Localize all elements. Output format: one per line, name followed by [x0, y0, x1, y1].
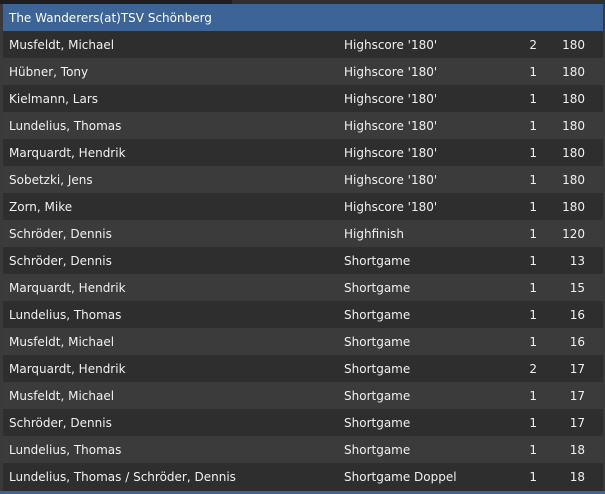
- category: Shortgame: [344, 280, 411, 295]
- category: Shortgame Doppel: [344, 469, 457, 484]
- count: 1: [529, 226, 537, 241]
- category: Shortgame: [344, 253, 411, 268]
- table-row: Schröder, Dennis Shortgame 1 13: [3, 247, 603, 274]
- score: 120: [562, 226, 585, 241]
- player-name: Marquardt, Hendrik: [9, 361, 126, 376]
- table-row: Musfeldt, Michael Highscore '180' 2 180: [3, 31, 603, 58]
- player-name: Kielmann, Lars: [9, 91, 99, 106]
- category: Highscore '180': [344, 199, 438, 214]
- table-row: Schröder, Dennis Shortgame 1 17: [3, 409, 603, 436]
- count: 1: [529, 145, 537, 160]
- player-name: Lundelius, Thomas: [9, 118, 122, 133]
- score: 180: [562, 37, 585, 52]
- count: 1: [529, 388, 537, 403]
- table-row: Musfeldt, Michael Shortgame 1 17: [3, 382, 603, 409]
- player-name: Marquardt, Hendrik: [9, 280, 126, 295]
- count: 1: [529, 118, 537, 133]
- table-row: Sobetzki, Jens Highscore '180' 1 180: [3, 166, 603, 193]
- table-row: Marquardt, Hendrik Shortgame 2 17: [3, 355, 603, 382]
- score: 16: [569, 307, 585, 322]
- category: Highscore '180': [344, 118, 438, 133]
- table-header: The Wanderers(at)TSV Schönberg: [3, 4, 603, 31]
- score: 17: [569, 388, 585, 403]
- player-name: Musfeldt, Michael: [9, 334, 115, 349]
- count: 2: [529, 37, 537, 52]
- category: Highscore '180': [344, 37, 438, 52]
- category: Highscore '180': [344, 145, 438, 160]
- score: 180: [562, 118, 585, 133]
- table-row: Hübner, Tony Highscore '180' 1 180: [3, 58, 603, 85]
- player-name: Hübner, Tony: [9, 64, 89, 79]
- table-row: Lundelius, Thomas Highscore '180' 1 180: [3, 112, 603, 139]
- results-table: The Wanderers(at)TSV Schönberg Musfeldt,…: [3, 4, 603, 491]
- score: 180: [562, 145, 585, 160]
- table-row: Marquardt, Hendrik Highscore '180' 1 180: [3, 139, 603, 166]
- player-name: Lundelius, Thomas / Schröder, Dennis: [9, 469, 236, 484]
- score: 180: [562, 199, 585, 214]
- count: 1: [529, 334, 537, 349]
- table-title: The Wanderers(at)TSV Schönberg: [9, 10, 212, 25]
- category: Highscore '180': [344, 91, 438, 106]
- category: Shortgame: [344, 307, 411, 322]
- player-name: Zorn, Mike: [9, 199, 73, 214]
- category: Shortgame: [344, 361, 411, 376]
- table-row: Lundelius, Thomas Shortgame 1 16: [3, 301, 603, 328]
- score: 180: [562, 91, 585, 106]
- score: 17: [569, 415, 585, 430]
- table-row: Marquardt, Hendrik Shortgame 1 15: [3, 274, 603, 301]
- player-name: Marquardt, Hendrik: [9, 145, 126, 160]
- table-row: Musfeldt, Michael Shortgame 1 16: [3, 328, 603, 355]
- player-name: Lundelius, Thomas: [9, 307, 122, 322]
- player-name: Musfeldt, Michael: [9, 388, 115, 403]
- category: Highfinish: [344, 226, 404, 241]
- player-name: Schröder, Dennis: [9, 415, 112, 430]
- score: 180: [562, 64, 585, 79]
- count: 1: [529, 307, 537, 322]
- table-row: Zorn, Mike Highscore '180' 1 180: [3, 193, 603, 220]
- player-name: Lundelius, Thomas: [9, 442, 122, 457]
- count: 1: [529, 253, 537, 268]
- player-name: Sobetzki, Jens: [9, 172, 93, 187]
- score: 16: [569, 334, 585, 349]
- score: 180: [562, 172, 585, 187]
- table-row: Lundelius, Thomas Shortgame 1 18: [3, 436, 603, 463]
- category: Shortgame: [344, 334, 411, 349]
- table-row: Kielmann, Lars Highscore '180' 1 180: [3, 85, 603, 112]
- table-row: Lundelius, Thomas / Schröder, Dennis Shor…: [3, 463, 603, 490]
- category: Shortgame: [344, 388, 411, 403]
- count: 1: [529, 280, 537, 295]
- category: Shortgame: [344, 442, 411, 457]
- count: 1: [529, 172, 537, 187]
- category: Highscore '180': [344, 64, 438, 79]
- score: 18: [569, 469, 585, 484]
- player-name: Schröder, Dennis: [9, 226, 112, 241]
- count: 1: [529, 199, 537, 214]
- score: 13: [569, 253, 585, 268]
- count: 1: [529, 415, 537, 430]
- score: 15: [569, 280, 585, 295]
- score: 18: [569, 442, 585, 457]
- count: 1: [529, 442, 537, 457]
- count: 1: [529, 91, 537, 106]
- player-name: Schröder, Dennis: [9, 253, 112, 268]
- count: 1: [529, 64, 537, 79]
- player-name: Musfeldt, Michael: [9, 37, 115, 52]
- table-body: Musfeldt, Michael Highscore '180' 2 180 Hübn…: [3, 31, 603, 490]
- score: 17: [569, 361, 585, 376]
- table-row: Schröder, Dennis Highfinish 1 120: [3, 220, 603, 247]
- category: Shortgame: [344, 415, 411, 430]
- count: 2: [529, 361, 537, 376]
- count: 1: [529, 469, 537, 484]
- category: Highscore '180': [344, 172, 438, 187]
